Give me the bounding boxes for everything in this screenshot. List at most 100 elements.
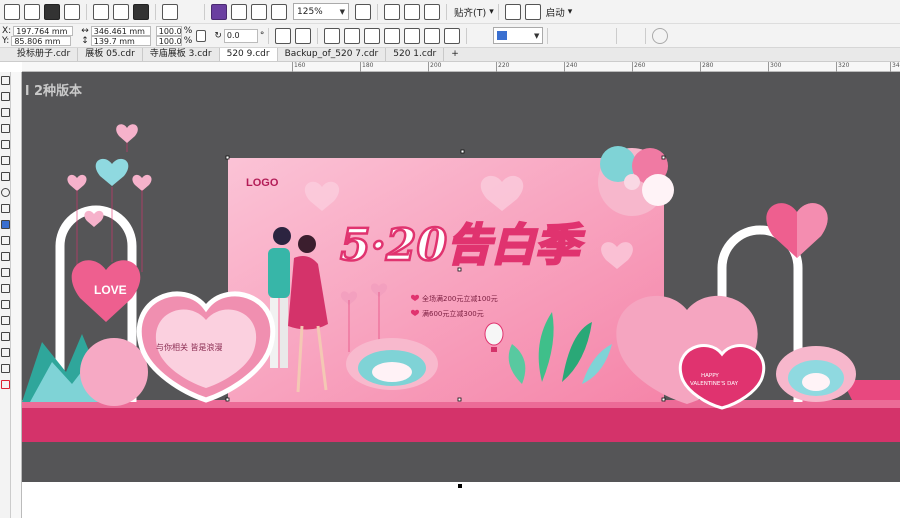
print-icon[interactable]: [64, 3, 80, 20]
transparency-tool-icon[interactable]: [1, 284, 10, 293]
new-tab-button[interactable]: +: [444, 48, 466, 61]
options-gear-icon[interactable]: [504, 3, 521, 20]
smart-fill-tool-icon[interactable]: [1, 332, 10, 341]
paste-icon[interactable]: [133, 3, 149, 20]
combine-icon[interactable]: [554, 28, 570, 44]
scale-y-field[interactable]: 100.0: [155, 35, 182, 46]
grid-icon[interactable]: [404, 3, 420, 20]
full-screen-icon[interactable]: [355, 3, 371, 20]
chevron-down-icon: ▾: [567, 6, 573, 17]
divider: [155, 3, 156, 20]
polygon-tool-icon[interactable]: [1, 204, 10, 213]
percent-label: %: [183, 25, 193, 36]
divider: [204, 3, 205, 20]
tab-doc-1[interactable]: 投标册子.cdr: [10, 48, 79, 61]
corel-connect-icon[interactable]: [211, 3, 227, 20]
parallel-dimension-tool-icon[interactable]: [1, 236, 10, 245]
x-label: X:: [2, 25, 12, 36]
crop-tool-icon[interactable]: [1, 108, 10, 117]
horizontal-ruler[interactable]: 160 180 200 220 240 260 280 300 320 340: [22, 62, 900, 72]
rulers-icon[interactable]: [384, 3, 400, 20]
left-hills: [22, 334, 148, 406]
desktop-area[interactable]: [22, 482, 900, 518]
launch-menu[interactable]: 启动: [546, 5, 565, 19]
add-plus-icon[interactable]: [652, 27, 669, 44]
guidelines-icon[interactable]: [424, 3, 440, 20]
scale-x-field[interactable]: 100.0: [155, 25, 182, 36]
rectangle-tool-icon[interactable]: [1, 172, 10, 181]
export-icon[interactable]: [251, 3, 267, 20]
undo-icon[interactable]: [162, 3, 178, 20]
valentine-backdrop-design[interactable]: LOGO 5·20告白季 全场满200元立减100元 满600元立减300元 L…: [22, 72, 900, 482]
front-minus-back-icon[interactable]: [404, 27, 421, 44]
x-position-field[interactable]: 197.764 mm: [13, 25, 74, 36]
pdf-icon[interactable]: [271, 3, 287, 20]
intersect-icon[interactable]: [364, 27, 381, 44]
chevron-down-icon: ▼: [339, 7, 345, 16]
align-distribute-icon[interactable]: [623, 28, 639, 44]
divider: [547, 27, 549, 44]
y-position-field[interactable]: 85.806 mm: [11, 35, 72, 46]
height-field[interactable]: 139.7 mm: [90, 35, 151, 46]
simplify-icon[interactable]: [384, 27, 401, 44]
color-eyedropper-tool-icon[interactable]: [1, 300, 10, 309]
tab-doc-5[interactable]: Backup_of_520 7.cdr: [277, 48, 387, 61]
heart-panel-text: 与你相关 皆是浪漫: [156, 342, 223, 352]
paper-flower-bottom-center: [346, 338, 438, 390]
import-icon[interactable]: [231, 3, 247, 20]
selection-handle[interactable]: [458, 484, 462, 488]
connector-tool-icon[interactable]: [1, 252, 10, 261]
new-document-icon[interactable]: [4, 3, 20, 20]
degree-icon: °: [259, 30, 265, 41]
vertical-ruler[interactable]: [11, 72, 22, 518]
outline-pen-icon[interactable]: [473, 28, 489, 44]
lock-ratio-icon[interactable]: [196, 29, 207, 42]
tab-doc-2[interactable]: 展板 05.cdr: [78, 48, 143, 61]
width-field[interactable]: 346.461 mm: [90, 25, 151, 36]
save-icon[interactable]: [44, 3, 60, 20]
pick-tool-icon[interactable]: [1, 76, 10, 85]
brush-tool-icon[interactable]: [1, 380, 10, 389]
outline-tool-icon[interactable]: [1, 348, 10, 357]
weld-icon[interactable]: [324, 27, 341, 44]
snap-to-menu[interactable]: 贴齐(T): [454, 5, 486, 19]
tab-doc-3[interactable]: 寺庙展板 3.cdr: [142, 48, 220, 61]
shape-tool-icon[interactable]: [1, 92, 10, 101]
fill-tool-icon[interactable]: [1, 364, 10, 373]
drop-shadow-tool-icon[interactable]: [1, 268, 10, 277]
ruler-tick: 300: [768, 62, 781, 72]
toolbox: [0, 72, 11, 518]
drawing-canvas[interactable]: l 2种版本 LOGO 5·20告白季 全场满200元立减100元 满600元立…: [22, 72, 900, 482]
copy-icon[interactable]: [113, 3, 129, 20]
create-boundary-icon[interactable]: [444, 27, 461, 44]
back-minus-front-icon[interactable]: [424, 27, 441, 44]
tab-doc-4[interactable]: 520 9.cdr: [219, 48, 278, 61]
height-icon: ↕: [81, 35, 89, 46]
outline-width-dropdown[interactable]: ▼: [493, 27, 544, 44]
logo-text: LOGO: [246, 177, 279, 189]
break-apart-icon[interactable]: [574, 28, 590, 44]
ellipse-tool-icon[interactable]: [1, 188, 10, 197]
launcher-icon[interactable]: [524, 3, 541, 20]
zoom-dropdown[interactable]: 125% ▼: [293, 3, 349, 20]
rotation-field[interactable]: 0.0: [223, 28, 258, 43]
mirror-vertical-icon[interactable]: [295, 27, 312, 44]
property-bar: X: 197.764 mm Y: 85.806 mm ↔ 346.461 mm ↕ 13…: [0, 24, 900, 48]
zoom-tool-icon[interactable]: [1, 124, 10, 133]
hanging-hearts-left: [67, 124, 152, 272]
divider: [268, 27, 270, 44]
freehand-tool-icon[interactable]: [1, 140, 10, 149]
artistic-media-tool-icon[interactable]: [1, 156, 10, 165]
text-tool-icon[interactable]: [1, 220, 10, 229]
width-icon: ↔: [81, 25, 89, 36]
home-icon[interactable]: [0, 48, 10, 61]
mirror-horizontal-icon[interactable]: [275, 27, 292, 44]
trim-icon[interactable]: [344, 27, 361, 44]
open-folder-icon[interactable]: [24, 3, 40, 20]
interactive-fill-tool-icon[interactable]: [1, 316, 10, 325]
redo-icon[interactable]: [182, 4, 198, 20]
ungroup-icon[interactable]: [594, 28, 610, 44]
tab-doc-6[interactable]: 520 1.cdr: [386, 48, 445, 61]
cut-icon[interactable]: [93, 3, 109, 20]
y-label: Y:: [2, 35, 10, 46]
